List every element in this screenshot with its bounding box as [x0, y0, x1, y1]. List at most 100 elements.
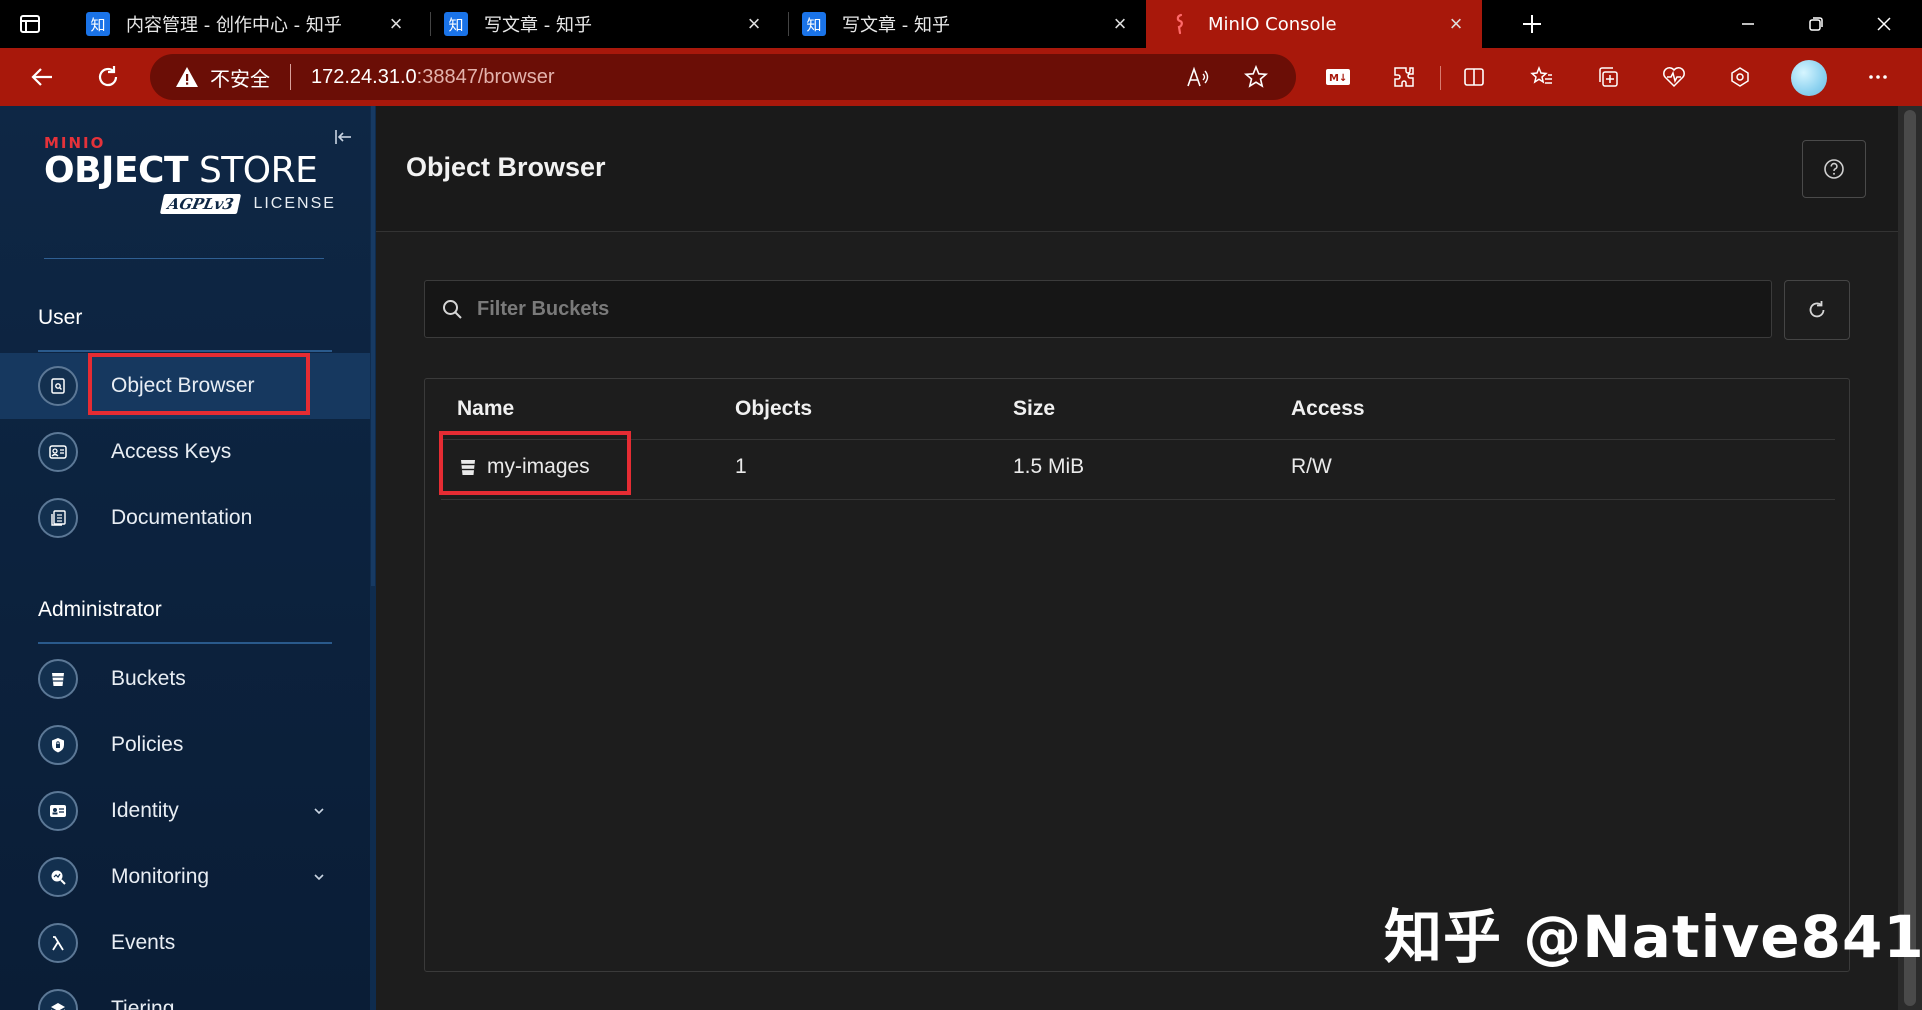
sidebar-item-documentation[interactable]: Documentation: [0, 485, 370, 551]
extensions-icon[interactable]: [1390, 63, 1418, 91]
sidebar-scrollbar-thumb[interactable]: [371, 106, 375, 586]
sidebar-item-policies[interactable]: Policies: [0, 712, 370, 778]
warning-icon[interactable]: [174, 64, 200, 90]
section-divider: [38, 642, 332, 644]
sidebar-item-events[interactable]: Events: [0, 910, 370, 976]
license-label: LICENSE: [253, 195, 336, 212]
page-title: Object Browser: [406, 152, 606, 182]
sidebar-item-label: Documentation: [111, 506, 253, 529]
security-label[interactable]: 不安全: [210, 63, 270, 92]
toolbar-divider: [1440, 66, 1441, 90]
sidebar-item-label: Events: [111, 931, 176, 954]
tab-zhihu-write-2[interactable]: 知 写文章 - 知乎 ×: [780, 0, 1146, 48]
url-path: :38847/browser: [416, 65, 555, 88]
tab-label: 内容管理 - 创作中心 - 知乎: [126, 15, 342, 36]
tab-minio-console[interactable]: MinIO Console ×: [1146, 0, 1482, 48]
help-button[interactable]: [1802, 140, 1866, 198]
markdown-extension-icon[interactable]: M↓: [1324, 63, 1352, 91]
object-browser-icon: [38, 366, 78, 406]
more-options-icon[interactable]: [1864, 63, 1892, 91]
bucket-access-cell[interactable]: R/W: [1291, 455, 1332, 479]
browser-tab-bar: 知 内容管理 - 创作中心 - 知乎 × 知 写文章 - 知乎 × 知 写文章 …: [0, 0, 1922, 48]
header-divider: [441, 439, 1835, 440]
tab-label: MinIO Console: [1208, 13, 1337, 35]
main-content: Object Browser Name Objects Size Access …: [376, 106, 1898, 1010]
new-tab-button[interactable]: [1516, 8, 1548, 40]
sidebar-item-tiering[interactable]: Tiering: [0, 976, 370, 1010]
section-title-user: User: [38, 306, 83, 329]
logo-product-bold: OBJECT: [44, 150, 189, 191]
bucket-objects-cell[interactable]: 1: [735, 455, 747, 479]
close-icon[interactable]: ×: [1104, 8, 1136, 40]
column-header-name[interactable]: Name: [457, 397, 514, 421]
shield-icon: [38, 725, 78, 765]
browser-essentials-icon[interactable]: [1660, 63, 1688, 91]
bucket-icon: [38, 659, 78, 699]
close-icon[interactable]: ×: [1440, 8, 1472, 40]
read-aloud-icon[interactable]: [1184, 63, 1212, 91]
zhihu-icon: 知: [802, 12, 826, 36]
omnibox-divider: [290, 64, 291, 90]
minio-flamingo-icon: [1168, 12, 1192, 36]
close-window-button[interactable]: [1850, 0, 1918, 48]
filter-buckets-input[interactable]: [465, 281, 1771, 337]
minimize-button[interactable]: [1714, 0, 1782, 48]
minio-logo[interactable]: MINIO OBJECT STORE AGPLv3 LICENSE: [44, 134, 336, 214]
profile-avatar[interactable]: [1791, 60, 1827, 96]
page-scrollbar-thumb[interactable]: [1904, 110, 1916, 1006]
favorite-star-icon[interactable]: [1242, 63, 1270, 91]
back-button[interactable]: [24, 59, 60, 95]
collections-icon[interactable]: [1594, 63, 1622, 91]
zhihu-icon: 知: [444, 12, 468, 36]
column-header-access[interactable]: Access: [1291, 397, 1365, 421]
close-icon[interactable]: ×: [738, 8, 770, 40]
tab-label: 写文章 - 知乎: [842, 15, 950, 36]
sidebar-item-access-keys[interactable]: Access Keys: [0, 419, 370, 485]
lambda-icon: [38, 923, 78, 963]
sidebar-item-label: Policies: [111, 733, 184, 756]
watermark: 知乎 @Native8418: [1384, 903, 1922, 971]
sidebar-item-label: Tiering: [111, 997, 175, 1010]
close-icon[interactable]: ×: [380, 8, 412, 40]
address-bar[interactable]: 不安全 172.24.31.0 :38847/browser: [150, 54, 1296, 100]
restore-button[interactable]: [1782, 0, 1850, 48]
browser-toolbar: 不安全 172.24.31.0 :38847/browser M↓: [0, 48, 1922, 106]
logo-product: OBJECT STORE: [44, 152, 336, 190]
tab-zhihu-content[interactable]: 知 内容管理 - 创作中心 - 知乎 ×: [64, 0, 422, 48]
zhihu-icon: 知: [86, 12, 110, 36]
agpl-badge: AGPLv3: [159, 194, 242, 214]
highlight-box-bucket: [439, 431, 631, 495]
identity-card-icon: [38, 791, 78, 831]
sidebar-item-identity[interactable]: Identity: [0, 778, 370, 844]
tab-label: 写文章 - 知乎: [484, 15, 592, 36]
sidebar-item-monitoring[interactable]: Monitoring: [0, 844, 370, 910]
sidebar: MINIO OBJECT STORE AGPLv3 LICENSE User O…: [0, 106, 370, 1010]
search-icon: [439, 296, 465, 322]
copilot-icon[interactable]: [1726, 63, 1754, 91]
page-scrollbar[interactable]: [1898, 106, 1922, 1010]
sidebar-item-buckets[interactable]: Buckets: [0, 646, 370, 712]
chevron-down-icon[interactable]: [310, 868, 328, 886]
sidebar-item-label: Identity: [111, 799, 179, 822]
buckets-table: Name Objects Size Access my-images 1 1.5…: [424, 378, 1850, 972]
logo-license: AGPLv3 LICENSE: [159, 194, 336, 214]
split-screen-icon[interactable]: [1460, 63, 1488, 91]
tab-zhihu-write-1[interactable]: 知 写文章 - 知乎 ×: [422, 0, 780, 48]
monitoring-icon: [38, 857, 78, 897]
access-keys-icon: [38, 432, 78, 472]
bucket-size-cell[interactable]: 1.5 MiB: [1013, 455, 1084, 479]
chevron-down-icon[interactable]: [310, 802, 328, 820]
row-divider: [441, 499, 1835, 500]
sidebar-item-label: Monitoring: [111, 865, 210, 888]
sidebar-item-label: Access Keys: [111, 440, 232, 463]
column-header-objects[interactable]: Objects: [735, 397, 812, 421]
url-host: 172.24.31.0: [311, 65, 417, 88]
tab-actions-icon[interactable]: [18, 12, 42, 36]
reload-button[interactable]: [90, 59, 126, 95]
filter-buckets-field[interactable]: [424, 280, 1772, 338]
column-header-size[interactable]: Size: [1013, 397, 1055, 421]
refresh-button[interactable]: [1784, 280, 1850, 340]
tiering-icon: [38, 989, 78, 1010]
favorites-icon[interactable]: [1528, 63, 1556, 91]
page-header: Object Browser: [376, 106, 1898, 232]
